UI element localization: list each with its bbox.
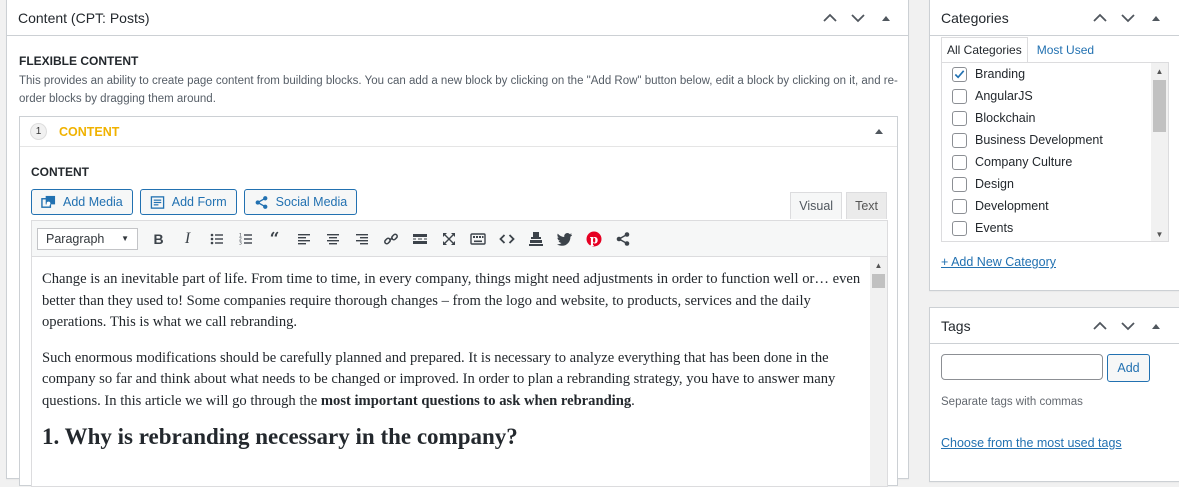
toggle-panel-icon[interactable] [875,7,897,29]
move-up-icon[interactable] [819,7,841,29]
postbox-title: Categories [941,9,1009,26]
align-left-icon[interactable] [289,224,318,253]
category-item[interactable]: Branding [942,63,1168,85]
pinterest-icon[interactable]: p [579,224,608,253]
tab-visual[interactable]: Visual [790,192,843,219]
editor-scrollbar[interactable]: ▲ [870,257,887,486]
toggle-panel-icon[interactable] [1145,315,1167,337]
scroll-up-icon[interactable]: ▲ [1151,63,1168,80]
chevron-down-icon: ▼ [121,234,129,243]
postbox-title: Tags [941,317,971,334]
layout-title: CONTENT [59,124,120,139]
checkbox[interactable] [952,66,967,82]
check-icon [954,69,965,79]
tag-help-text: Separate tags with commas [941,396,1083,408]
heading: 1. Why is rebranding necessary in the co… [42,424,518,449]
category-item[interactable]: Development [942,195,1168,217]
category-item[interactable]: Company Culture [942,151,1168,173]
twitter-icon[interactable] [550,224,579,253]
format-select[interactable]: Paragraph ▼ [37,227,138,250]
scroll-down-icon[interactable]: ▼ [1151,226,1168,241]
move-down-icon[interactable] [1117,7,1139,29]
add-new-category-link[interactable]: + Add New Category [941,255,1056,269]
tag-input[interactable] [941,354,1103,380]
flexible-layout-row: 1 CONTENT CONTENT Add Media Add Form Soc… [19,116,898,487]
numbered-list-icon[interactable]: 123 [231,224,260,253]
editor-content-area[interactable]: Change is an inevitable part of life. Fr… [31,257,888,487]
link-icon[interactable] [376,224,405,253]
scroll-thumb[interactable] [1153,80,1166,132]
category-checklist: Branding AngularJS Blockchain Business D… [941,62,1169,242]
media-icon [41,195,56,208]
blockquote-icon[interactable]: “ [260,224,289,253]
checkbox[interactable] [952,198,967,214]
layout-order: 1 [30,123,47,140]
content-postbox: Content (CPT: Posts) FLEXIBLE CONTENT Th… [6,0,909,487]
editor-toolbar: Paragraph ▼ B I 123 “ p [31,220,888,257]
scroll-up-icon[interactable]: ▲ [870,257,887,274]
checkbox[interactable] [952,220,967,236]
layout-handle[interactable]: 1 CONTENT [20,117,897,147]
field-description: This provides an ability to create page … [19,75,898,105]
scroll-thumb[interactable] [872,274,885,288]
fullscreen-icon[interactable] [434,224,463,253]
share-icon [255,195,268,209]
postbox-header: Content (CPT: Posts) [7,0,908,36]
share-icon[interactable] [608,224,637,253]
category-scrollbar[interactable]: ▲ ▼ [1151,63,1168,241]
tab-text[interactable]: Text [846,192,887,219]
move-down-icon[interactable] [1117,315,1139,337]
stamp-icon[interactable] [521,224,550,253]
code-icon[interactable] [492,224,521,253]
category-item[interactable]: Design [942,173,1168,195]
tab-all-categories[interactable]: All Categories [941,37,1028,63]
content-field-label: CONTENT [31,165,89,179]
checkbox[interactable] [952,110,967,126]
bold-icon[interactable]: B [144,224,173,253]
svg-text:3: 3 [239,240,242,246]
checkbox[interactable] [952,132,967,148]
checkbox[interactable] [952,176,967,192]
toggle-panel-icon[interactable] [1145,7,1167,29]
tab-most-used[interactable]: Most Used [1028,37,1099,63]
choose-most-used-tags-link[interactable]: Choose from the most used tags [941,436,1122,450]
move-up-icon[interactable] [1089,315,1111,337]
move-up-icon[interactable] [1089,7,1111,29]
form-icon [150,195,165,209]
category-item[interactable]: AngularJS [942,85,1168,107]
tags-postbox: Tags Add Separate tags with commas Choos… [929,307,1179,482]
move-down-icon[interactable] [847,7,869,29]
add-form-button[interactable]: Add Form [139,189,237,215]
bullet-list-icon[interactable] [202,224,231,253]
keyboard-icon[interactable] [463,224,492,253]
checkbox[interactable] [952,88,967,104]
align-right-icon[interactable] [347,224,376,253]
category-item[interactable]: Events [942,217,1168,239]
collapse-icon[interactable] [875,127,883,136]
paragraph: Such enormous modifications should be ca… [42,349,836,409]
postbox-header: Categories [930,0,1179,36]
add-media-button[interactable]: Add Media [31,189,133,215]
postbox-title: Content (CPT: Posts) [18,9,150,26]
field-label: FLEXIBLE CONTENT [19,54,139,68]
social-media-button[interactable]: Social Media [243,189,358,215]
postbox-header: Tags [930,308,1179,344]
paragraph: Change is an inevitable part of life. Fr… [42,271,861,330]
svg-text:p: p [589,232,597,246]
align-center-icon[interactable] [318,224,347,253]
category-item[interactable]: Business Development [942,129,1168,151]
read-more-icon[interactable] [405,224,434,253]
category-item[interactable]: Blockchain [942,107,1168,129]
categories-postbox: Categories All Categories Most Used Bran… [929,0,1179,291]
checkbox[interactable] [952,154,967,170]
italic-icon[interactable]: I [173,224,202,253]
add-tag-button[interactable]: Add [1107,354,1150,382]
